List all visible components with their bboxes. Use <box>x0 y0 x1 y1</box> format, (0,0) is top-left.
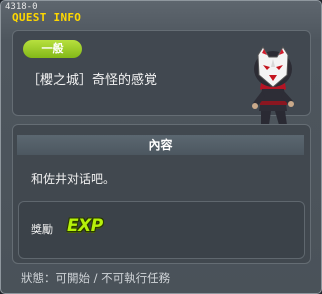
exp-reward-icon: EXP <box>67 216 103 236</box>
quest-header-panel: 一般 ［櫻之城］奇怪的感覚 <box>12 30 311 129</box>
quest-status-text: 狀態：可開始 / 不可執行任務 <box>21 271 171 285</box>
content-section-header: 內容 <box>17 135 304 155</box>
quest-category-badge: 一般 <box>23 40 82 58</box>
quest-description: 和佐井对话吧。 <box>31 172 116 186</box>
npc-fox-mask-icon <box>252 46 294 129</box>
reward-box: 獎勵 EXP <box>18 201 305 259</box>
reward-label: 獎勵 <box>31 223 53 236</box>
quest-content-panel: 內容 和佐井对话吧。 獎勵 EXP <box>12 124 311 264</box>
quest-name: ［櫻之城］奇怪的感覚 <box>27 73 158 88</box>
window-title: QUEST INFO <box>12 11 82 24</box>
quest-info-window: 4318-0 QUEST INFO 一般 ［櫻之城］奇怪的感覚 內容 和佐井对话… <box>0 0 322 294</box>
title-bar[interactable]: 4318-0 QUEST INFO <box>1 1 321 27</box>
